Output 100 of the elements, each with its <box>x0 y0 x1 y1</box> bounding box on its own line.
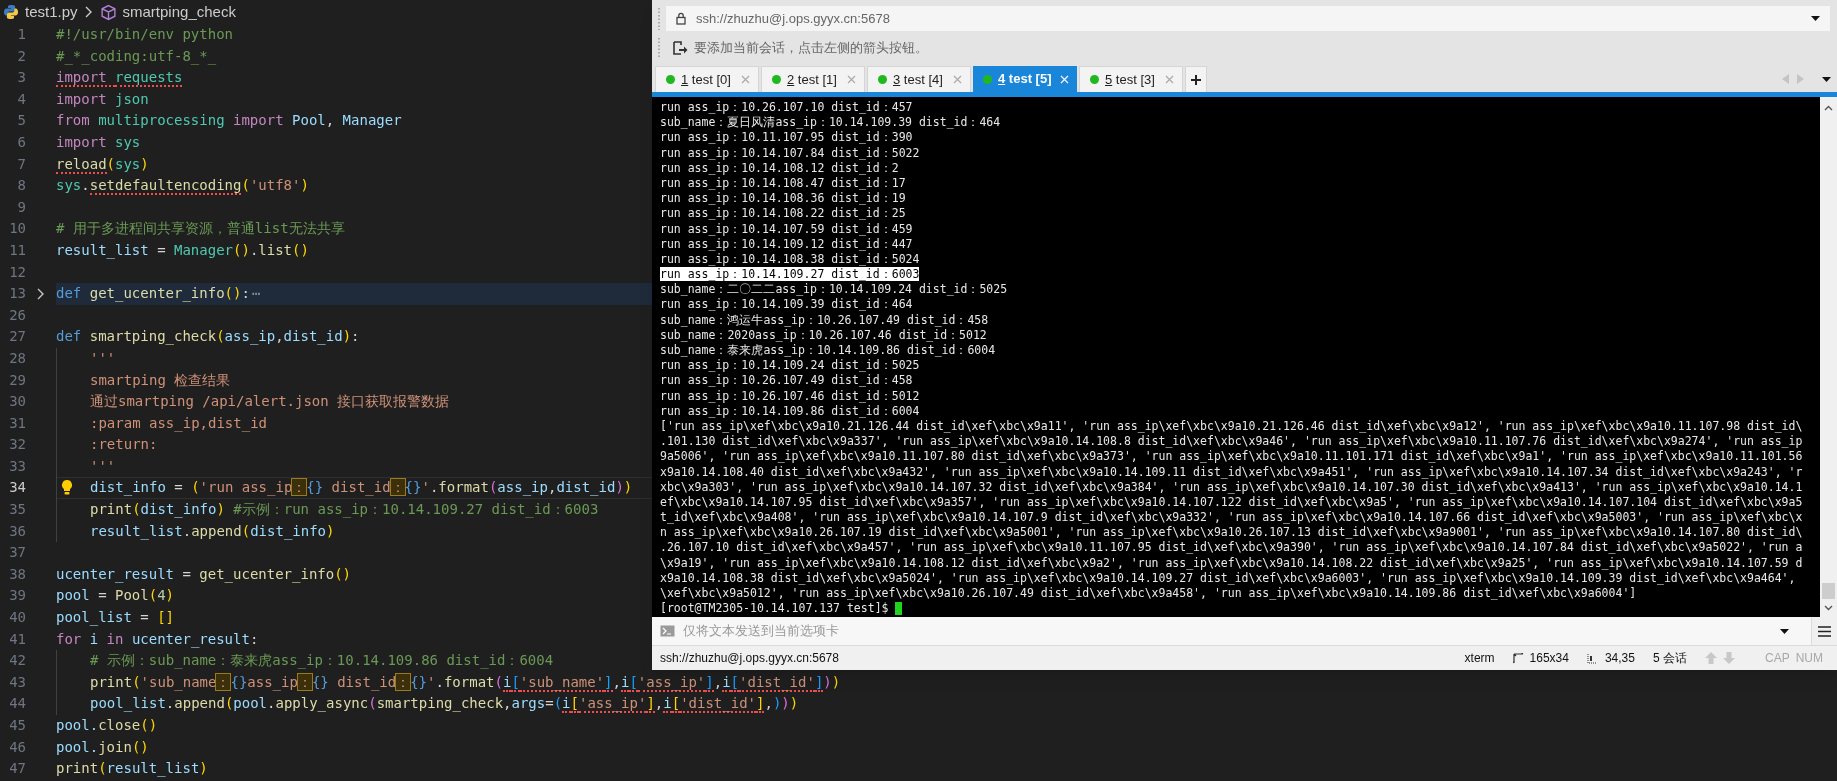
lightbulb-icon[interactable] <box>60 479 74 497</box>
scroll-up-icon[interactable] <box>1824 105 1833 111</box>
address-field[interactable]: ssh://zhuzhu@j.ops.gyyx.cn:5678 <box>666 6 1830 31</box>
new-tab-button[interactable] <box>1185 66 1207 92</box>
terminal-line: run ass_ip：10.14.109.12 dist_id：447 <box>660 236 913 251</box>
keyboard-indicator: CAP <box>1765 650 1790 667</box>
dropdown-caret-icon[interactable] <box>1780 628 1789 634</box>
add-session-arrow-icon[interactable] <box>672 40 688 56</box>
code-line: def get_ucenter_info():⋯ <box>56 284 262 304</box>
terminal-line: run ass_ip：10.14.107.59 dist_id：459 <box>660 221 913 236</box>
code-line: 通过smartping /api/alert.json 接口获取报警数据 <box>90 392 450 412</box>
line-number: 36 <box>8 521 26 541</box>
terminal-line: run ass_ip：10.14.109.86 dist_id：6004 <box>660 403 920 418</box>
session-tab[interactable]: 4 test [5] <box>973 66 1077 92</box>
terminal-line: run ass_ip：10.26.107.46 dist_id：5012 <box>660 388 920 403</box>
status-dot-icon <box>772 75 781 84</box>
code-line: def smartping_check(ass_ip,dist_id): <box>56 327 360 347</box>
terminal-line: n ass_ip\xef\xbc\x9a10.26.107.19 dist_id\xef\xbc\x9a5001', 'run ass_ip\xef\xbc\x9a10.26.107.13 dist_id\xef\xbc\x9a9001', 'run ass_ip\xef\xbc\x9a10.14.107.80 dist_id\ <box>660 525 1803 540</box>
status-dot-icon <box>983 74 992 84</box>
terminal-line: \x9a19', 'run ass_ip\xef\xbc\x9a10.14.108.12 dist_id\xef\xbc\x9a2', 'run ass_ip\xef\xbc\x9a10.14.108.22 dist_id\xef\xbc\x9a25', 'run ass_ip\xef\xbc\x9a10.14.107.59 d <box>660 555 1803 570</box>
tab-list-caret-icon[interactable] <box>1822 76 1831 82</box>
session-tab[interactable]: 1 test [0] <box>655 66 759 92</box>
terminal-line: .26.107.10 dist_id\xef\xbc\x9a457', 'run ass_ip\xef\xbc\x9a10.11.107.95 dist_id\xef\xbc\x9a390', 'run ass_ip\xef\xbc\x9a10.14.107.84 dist_id\xef\xbc\x9a5022', 'run a <box>660 540 1803 555</box>
line-number: 1 <box>16 25 26 44</box>
session-tab[interactable]: 2 test [1] <box>761 66 865 92</box>
close-icon[interactable] <box>1165 75 1174 84</box>
code-line: reload(sys) <box>56 154 149 176</box>
code-line: import json <box>56 89 149 109</box>
close-icon[interactable] <box>953 75 962 84</box>
line-number: 42 <box>8 651 26 671</box>
scroll-down-icon[interactable] <box>1824 605 1833 611</box>
line-number: 38 <box>8 564 26 584</box>
line-number: 39 <box>8 586 26 606</box>
dropdown-caret-icon[interactable] <box>1811 16 1820 21</box>
terminal-line: t_id\xef\xbc\x9a408', 'run ass_ip\xef\xbc\x9a10.14.107.9 dist_id\xef\xbc\x9a332', 'run ass_ip\xef\xbc\x9a10.14.107.66 dist_id\xef\xbc\x9a5003', 'run ass_ip\xef\xbc\x <box>660 510 1803 525</box>
line-number: 46 <box>8 737 26 757</box>
line-number: 47 <box>8 759 26 779</box>
code-line: print('sub_name：{}ass_ip：{} dist_id：{}'.format(i['sub_name'],i['ass_ip'],i['dist_id'])) <box>90 672 841 694</box>
line-number: 3 <box>16 68 26 88</box>
scrollbar[interactable] <box>1820 97 1837 617</box>
cursor-position-icon <box>1586 652 1597 664</box>
chevron-right-icon <box>83 6 94 18</box>
status-dot-icon <box>878 75 887 84</box>
breadcrumb-symbol[interactable]: smartping_check <box>122 0 236 24</box>
code-line: # 示例：sub_name：泰来虎ass_ip：10.14.109.86 dist_id：6004 <box>90 651 554 671</box>
code-line: ucenter_result = get_ucenter_info() <box>56 564 352 585</box>
session-tab[interactable]: 3 test [4] <box>867 66 971 92</box>
connection-status: ssh://zhuzhu@j.ops.gyyx.cn:5678 <box>660 650 840 667</box>
terminal-line: sub_name：泰来虎ass_ip：10.14.109.86 dist_id：6004 <box>660 343 996 357</box>
code-line: pool.close() <box>56 716 158 735</box>
code-line: import sys <box>56 132 141 152</box>
cube-icon <box>99 3 117 21</box>
line-number: 26 <box>8 305 26 325</box>
terminal-line: sub_name：2020ass_ip：10.26.107.46 dist_id：5012 <box>660 327 987 342</box>
code-line: print(dist_info) #示例：run ass_ip：10.14.109.27 dist_id：6003 <box>90 500 599 520</box>
line-number: 10 <box>8 219 26 239</box>
terminal-line: 9a5006', 'run ass_ip\xef\xbc\x9a10.11.107.80 dist_id\xef\xbc\x9a373', 'run ass_ip\xef\xbc\x9a10.11.101.171 dist_id\xef\xbc\x9a1', 'run ass_ip\xef\xbc\x9a10.11.101.56 <box>660 449 1803 464</box>
terminal-line: run ass_ip：10.14.108.22 dist_id：25 <box>660 206 906 221</box>
code-line: pool_list.append(pool.apply_async(smartping_check,args=(i['ass_ip'],i['dist_id'],))) <box>90 694 799 715</box>
terminal-line: sub_name：鸿运牛ass_ip：10.26.107.49 dist_id：458 <box>660 312 989 327</box>
scrollbar-thumb[interactable] <box>1822 583 1835 599</box>
terminal-line: run ass_ip：10.14.108.12 dist_id：2 <box>660 160 899 175</box>
line-number: 8 <box>16 176 26 196</box>
line-number: 30 <box>8 392 26 412</box>
terminal-line: run ass_ip：10.14.108.38 dist_id：5024 <box>660 251 920 266</box>
line-number: 45 <box>8 716 26 735</box>
code-line: from multiprocessing import Pool, Manager <box>56 111 402 131</box>
cursor-block <box>895 602 903 616</box>
line-number: 44 <box>8 694 26 714</box>
line-number: 32 <box>8 435 26 455</box>
terminal-line: run ass_ip：10.14.107.84 dist_id：5022 <box>660 145 920 160</box>
terminal-line: ['run ass_ip\xef\xbc\x9a10.21.126.44 dist_id\xef\xbc\x9a11', 'run ass_ip\xef\xbc\x9a10.21.126.46 dist_id\xef\xbc\x9a12', 'run ass_ip\xef\xbc\x9a10.11.107.98 dist_id\ <box>660 418 1803 433</box>
line-number: 41 <box>8 629 26 649</box>
close-icon[interactable] <box>847 75 856 84</box>
fold-chevron-icon[interactable] <box>36 286 46 301</box>
code-line: print(result_list) <box>56 759 208 779</box>
line-number: 4 <box>16 89 26 109</box>
terminal-line: sub_name：二〇二二ass_ip：10.14.109.24 dist_id：5025 <box>660 282 1008 297</box>
keyboard-indicator: NUM <box>1795 650 1823 667</box>
terminal-prompt: [root@TM2305-10.14.107.137 test]$ <box>660 601 889 617</box>
code-line: result_list = Manager().list() <box>56 240 309 261</box>
breadcrumb-file[interactable]: test1.py <box>25 0 78 24</box>
line-number: 27 <box>8 327 26 347</box>
status-dot-icon <box>666 75 675 84</box>
close-icon[interactable] <box>741 75 750 84</box>
terminal-line: run ass_ip：10.26.107.49 dist_id：458 <box>660 373 913 388</box>
python-file-icon <box>3 4 19 20</box>
terminal-line: x9a10.14.108.38 dist_id\xef\xbc\x9a5024', 'run ass_ip\xef\xbc\x9a10.14.109.27 dist_id\xef\xbc\x9a6003', 'run ass_ip\xef\xbc\x9a10.14.109.39 dist_id\xef\xbc\x9a464', <box>660 570 1796 585</box>
session-tab[interactable]: 5 test [3] <box>1079 66 1183 92</box>
cursor-position: 34,35 <box>1604 650 1635 667</box>
line-number: 33 <box>8 456 26 476</box>
line-number: 5 <box>16 111 26 131</box>
line-number: 7 <box>16 154 26 174</box>
terminal-line: run ass_ip：10.14.108.47 dist_id：17 <box>660 175 906 190</box>
line-number: 37 <box>8 543 26 563</box>
terminal-line: \xef\xbc\x9a5012', 'run ass_ip\xef\xbc\x9a10.26.107.49 dist_id\xef\xbc\x9a458', 'run ass_ip\xef\xbc\x9a10.14.109.86 dist_id\xef\xbc\x9a6004'] <box>660 586 1637 600</box>
line-number: 34 <box>8 478 26 498</box>
terminal-type: xterm <box>1464 650 1495 667</box>
terminal-line: x9a10.14.108.40 dist_id\xef\xbc\x9a432', 'run ass_ip\xef\xbc\x9a10.14.109.11 dist_id\xef\xbc\x9a451', 'run ass_ip\xef\xbc\x9a10.14.107.34 dist_id\xef\xbc\x9a243', 'r <box>660 464 1803 479</box>
terminal-line: run ass_ip：10.14.109.24 dist_id：5025 <box>660 358 920 373</box>
